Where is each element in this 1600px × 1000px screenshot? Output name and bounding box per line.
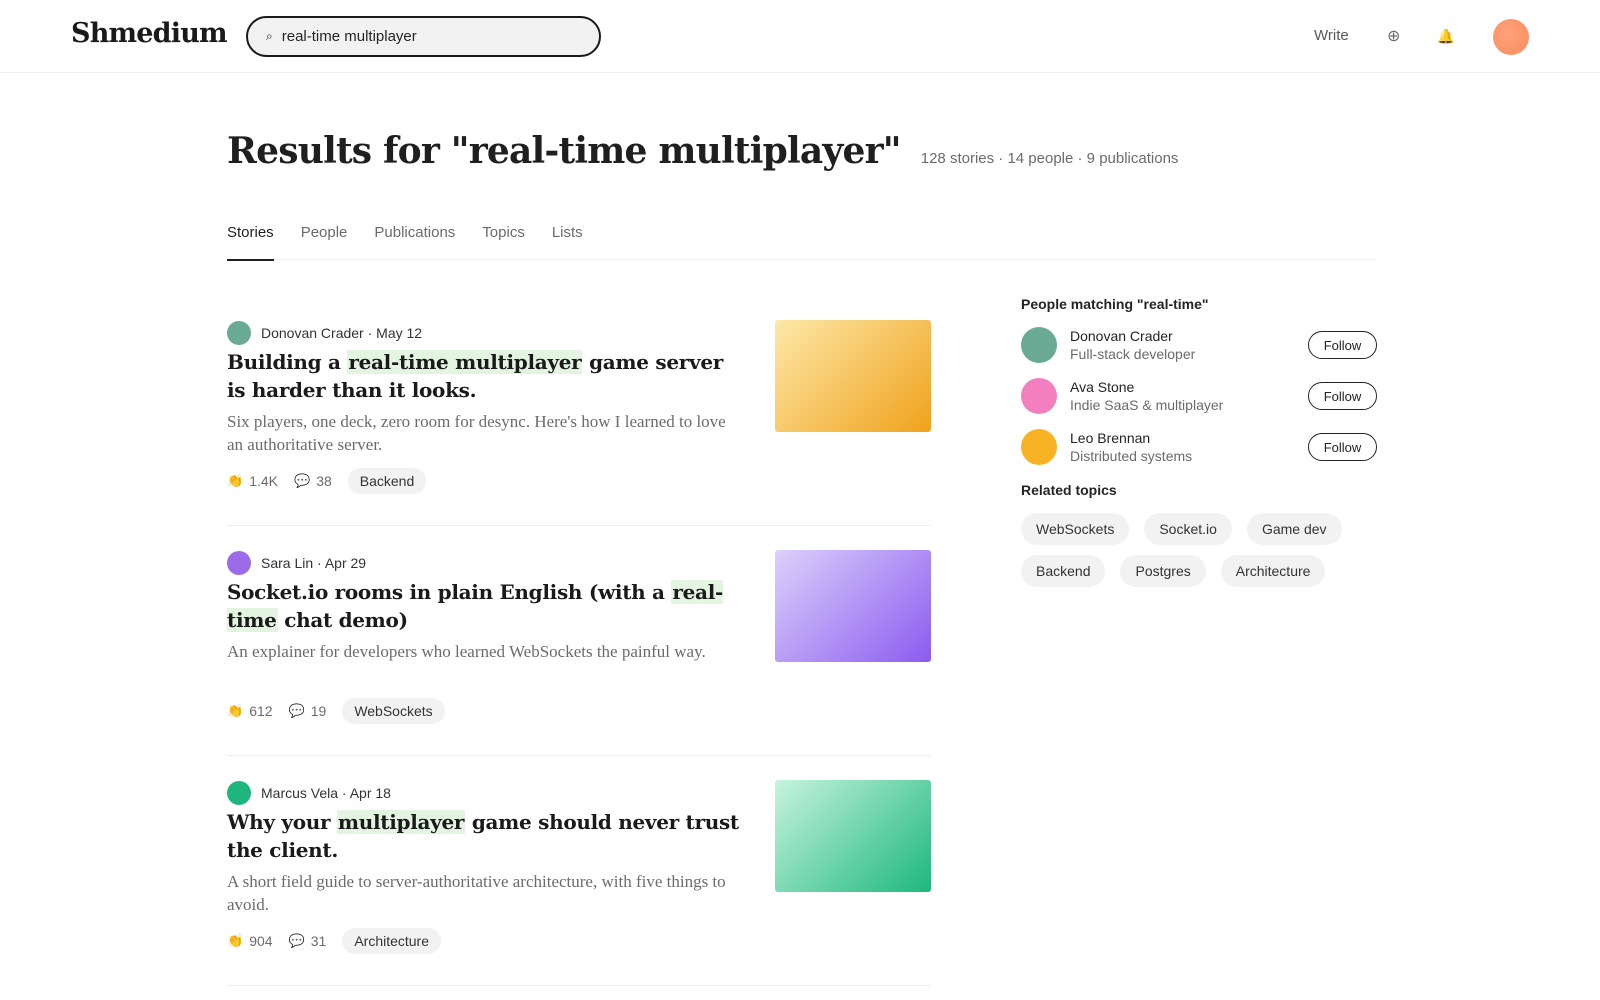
clap-icon[interactable]: 👏 [227,933,243,949]
comment-count: 19 [310,703,327,719]
person-description: Indie SaaS & multiplayer [1070,397,1224,413]
story-thumbnail[interactable] [775,780,931,892]
story-title[interactable]: Socket.io rooms in plain English (with a… [227,578,747,634]
story-tag[interactable]: Architecture [342,928,442,954]
topic-pill[interactable]: Backend [1021,555,1106,587]
author-avatar[interactable] [227,321,251,345]
follow-button[interactable]: Follow [1308,331,1377,359]
story-subtitle[interactable]: Six players, one deck, zero room for des… [227,410,737,456]
search-box[interactable]: ⌕ [246,16,601,57]
tab-stories[interactable]: Stories [227,220,274,261]
clap-count: 904 [249,933,273,949]
search-highlight: multiplayer [336,810,466,834]
author-name-date[interactable]: Marcus Vela · Apr 18 [261,785,391,801]
write-link[interactable]: Write [1314,27,1349,44]
search-input[interactable] [281,28,572,45]
follow-button[interactable]: Follow [1308,382,1377,410]
story-subtitle[interactable]: An explainer for developers who learned … [227,640,737,663]
comment-count: 38 [316,473,332,489]
tab-people[interactable]: People [301,220,348,260]
person-result[interactable]: Leo Brennan Distributed systems Follow [1021,429,1377,480]
story-meta: 👏 612 💬 19 WebSockets [227,698,445,724]
story-meta: 👏 904 💬 31 Architecture [227,928,442,954]
topic-pill[interactable]: Game dev [1246,513,1342,545]
tab-lists[interactable]: Lists [552,220,583,260]
story-meta: 👏 1.4K 💬 38 Backend [227,468,427,494]
comment-icon[interactable]: 💬 [289,703,305,719]
top-bar: Shmedium ⌕ Write ⊕ 🔔 [0,0,1600,73]
person-description: Distributed systems [1070,448,1193,464]
story-thumbnail[interactable] [775,320,931,432]
related-topics: WebSockets Socket.io Game dev Backend Po… [1021,513,1376,587]
person-avatar[interactable] [1021,429,1057,465]
comment-count: 31 [310,933,327,949]
results-counts: 128 stories · 14 people · 9 publications [920,150,1179,167]
person-avatar[interactable] [1021,327,1057,363]
search-icon: ⌕ [266,29,273,43]
people-heading: People matching "real-time" [1021,296,1209,312]
plus-circle-icon[interactable]: ⊕ [1387,26,1400,46]
clap-count: 612 [249,703,273,719]
clap-icon[interactable]: 👏 [227,473,243,489]
bell-icon[interactable]: 🔔 [1437,28,1454,45]
person-avatar[interactable] [1021,378,1057,414]
page-title: Results for "real-time multiplayer" [227,130,902,172]
story-card[interactable]: Marcus Vela · Apr 18 Why your multiplaye… [227,756,931,986]
story-author[interactable]: Marcus Vela · Apr 18 [227,781,391,805]
person-result[interactable]: Ava Stone Indie SaaS & multiplayer Follo… [1021,378,1377,429]
author-name-date[interactable]: Donovan Crader · May 12 [261,325,422,341]
story-title[interactable]: Building a real-time multiplayer game se… [227,348,747,404]
topic-pill[interactable]: Architecture [1220,555,1326,587]
topic-pill[interactable]: Socket.io [1144,513,1232,545]
person-name[interactable]: Ava Stone [1070,379,1134,395]
comment-icon[interactable]: 💬 [289,933,305,949]
clap-count: 1.4K [249,473,278,489]
story-card[interactable]: Donovan Crader · May 12 Building a real-… [227,296,931,526]
results-tabs: Stories People Publications Topics Lists [227,220,1375,261]
clap-icon[interactable]: 👏 [227,703,243,719]
author-avatar[interactable] [227,551,251,575]
person-result[interactable]: Donovan Crader Full-stack developer Foll… [1021,327,1377,378]
story-title[interactable]: Why your multiplayer game should never t… [227,808,747,864]
person-name[interactable]: Leo Brennan [1070,430,1150,446]
story-subtitle[interactable]: A short field guide to server-authoritat… [227,870,737,916]
story-card[interactable]: Sara Lin · Apr 29 Socket.io rooms in pla… [227,526,931,756]
follow-button[interactable]: Follow [1308,433,1377,461]
topic-pill[interactable]: Postgres [1120,555,1206,587]
person-description: Full-stack developer [1070,346,1196,362]
comment-icon[interactable]: 💬 [294,473,310,489]
story-author[interactable]: Donovan Crader · May 12 [227,321,422,345]
topic-pill[interactable]: WebSockets [1021,513,1130,545]
tab-topics[interactable]: Topics [482,220,525,260]
tab-publications[interactable]: Publications [374,220,455,260]
person-name[interactable]: Donovan Crader [1070,328,1173,344]
sidebar: People matching "real-time" Donovan Crad… [1021,296,1377,587]
story-author[interactable]: Sara Lin · Apr 29 [227,551,366,575]
search-highlight: real-time multiplayer [347,350,583,374]
site-logo[interactable]: Shmedium [71,18,228,49]
author-name-date[interactable]: Sara Lin · Apr 29 [261,555,366,571]
topics-heading: Related topics [1021,482,1117,498]
story-tag[interactable]: WebSockets [342,698,445,724]
user-avatar[interactable] [1493,19,1529,55]
author-avatar[interactable] [227,781,251,805]
story-tag[interactable]: Backend [347,468,427,494]
story-thumbnail[interactable] [775,550,931,662]
results-header: Results for "real-time multiplayer" 128 … [227,130,1178,172]
story-list: Donovan Crader · May 12 Building a real-… [227,296,931,986]
